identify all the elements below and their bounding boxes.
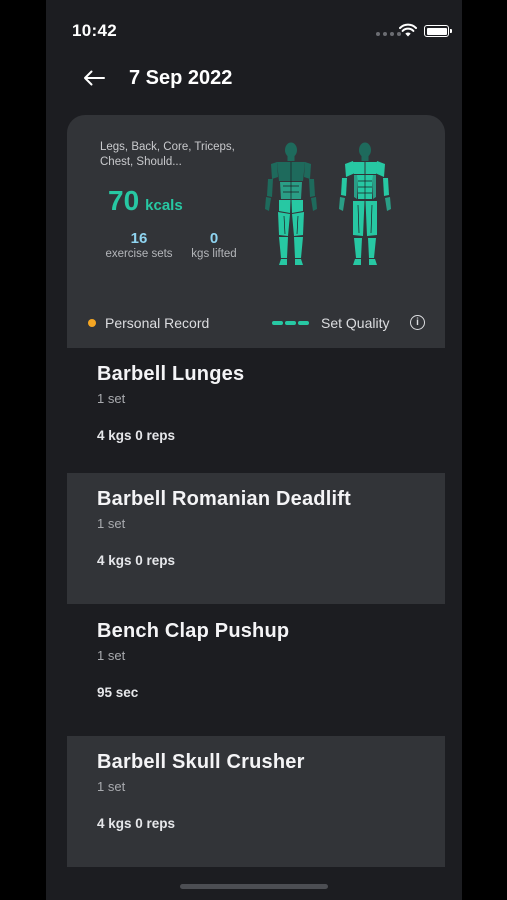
exercise-name: Barbell Lunges bbox=[97, 363, 245, 385]
kgs-lifted-stat: 0 kgs lifted bbox=[183, 230, 245, 260]
info-icon[interactable]: i bbox=[410, 315, 425, 330]
kgs-lifted-value: 0 bbox=[209, 230, 219, 247]
calories-burned: 70 kcals bbox=[108, 185, 183, 217]
arrow-left-icon bbox=[84, 70, 105, 86]
exercise-sets: 1 set bbox=[97, 391, 126, 406]
kcal-value: 70 bbox=[108, 185, 140, 216]
kcal-unit: kcals bbox=[145, 197, 183, 214]
body-back-muscle-map-icon bbox=[265, 142, 317, 265]
kgs-lifted-label: kgs lifted bbox=[191, 248, 237, 260]
exercise-name: Bench Clap Pushup bbox=[97, 620, 290, 642]
exercise-item[interactable]: Bench Clap Pushup 1 set 95 sec bbox=[67, 605, 445, 736]
exercise-sets: 1 set bbox=[97, 648, 126, 663]
phone-screen: 10:42 7 Sep 2022 Legs, Back, Core, Trice… bbox=[46, 0, 462, 900]
personal-record-label: Personal Record bbox=[105, 315, 210, 331]
wifi-icon bbox=[399, 23, 417, 37]
exercise-sets: 1 set bbox=[97, 779, 126, 794]
exercise-detail: 95 sec bbox=[97, 685, 139, 700]
exercise-item[interactable]: Barbell Romanian Deadlift 1 set 4 kgs 0 … bbox=[67, 473, 445, 604]
status-bar: 10:42 bbox=[46, 0, 462, 58]
home-indicator[interactable] bbox=[180, 884, 328, 889]
back-button[interactable] bbox=[80, 64, 108, 92]
workout-summary-card: Legs, Back, Core, Triceps, Chest, Should… bbox=[67, 115, 445, 348]
exercise-name: Barbell Romanian Deadlift bbox=[97, 488, 351, 510]
signal-dots-icon bbox=[376, 32, 401, 36]
exercise-detail: 4 kgs 0 reps bbox=[97, 816, 176, 831]
legend: Personal Record Set Quality i bbox=[67, 313, 445, 333]
page-title: 7 Sep 2022 bbox=[129, 67, 233, 89]
exercise-name: Barbell Skull Crusher bbox=[97, 751, 305, 773]
exercise-sets: 1 set bbox=[97, 516, 126, 531]
exercise-detail: 4 kgs 0 reps bbox=[97, 428, 176, 443]
battery-icon bbox=[424, 25, 452, 37]
exercise-sets-stat: 16 exercise sets bbox=[99, 230, 179, 260]
exercise-sets-value: 16 bbox=[130, 230, 148, 247]
exercise-sets-label: exercise sets bbox=[105, 248, 173, 260]
status-time: 10:42 bbox=[72, 21, 117, 40]
exercise-detail: 4 kgs 0 reps bbox=[97, 553, 176, 568]
set-quality-swatch-icon bbox=[272, 321, 309, 325]
body-front-muscle-map-icon bbox=[339, 142, 391, 265]
exercise-item[interactable]: Barbell Skull Crusher 1 set 4 kgs 0 reps bbox=[67, 736, 445, 867]
set-quality-label: Set Quality bbox=[321, 315, 390, 331]
personal-record-dot-icon bbox=[88, 319, 96, 327]
muscles-worked-text: Legs, Back, Core, Triceps, Chest, Should… bbox=[100, 141, 235, 168]
header: 7 Sep 2022 bbox=[46, 58, 462, 98]
exercise-item[interactable]: Barbell Lunges 1 set 4 kgs 0 reps bbox=[67, 348, 445, 479]
